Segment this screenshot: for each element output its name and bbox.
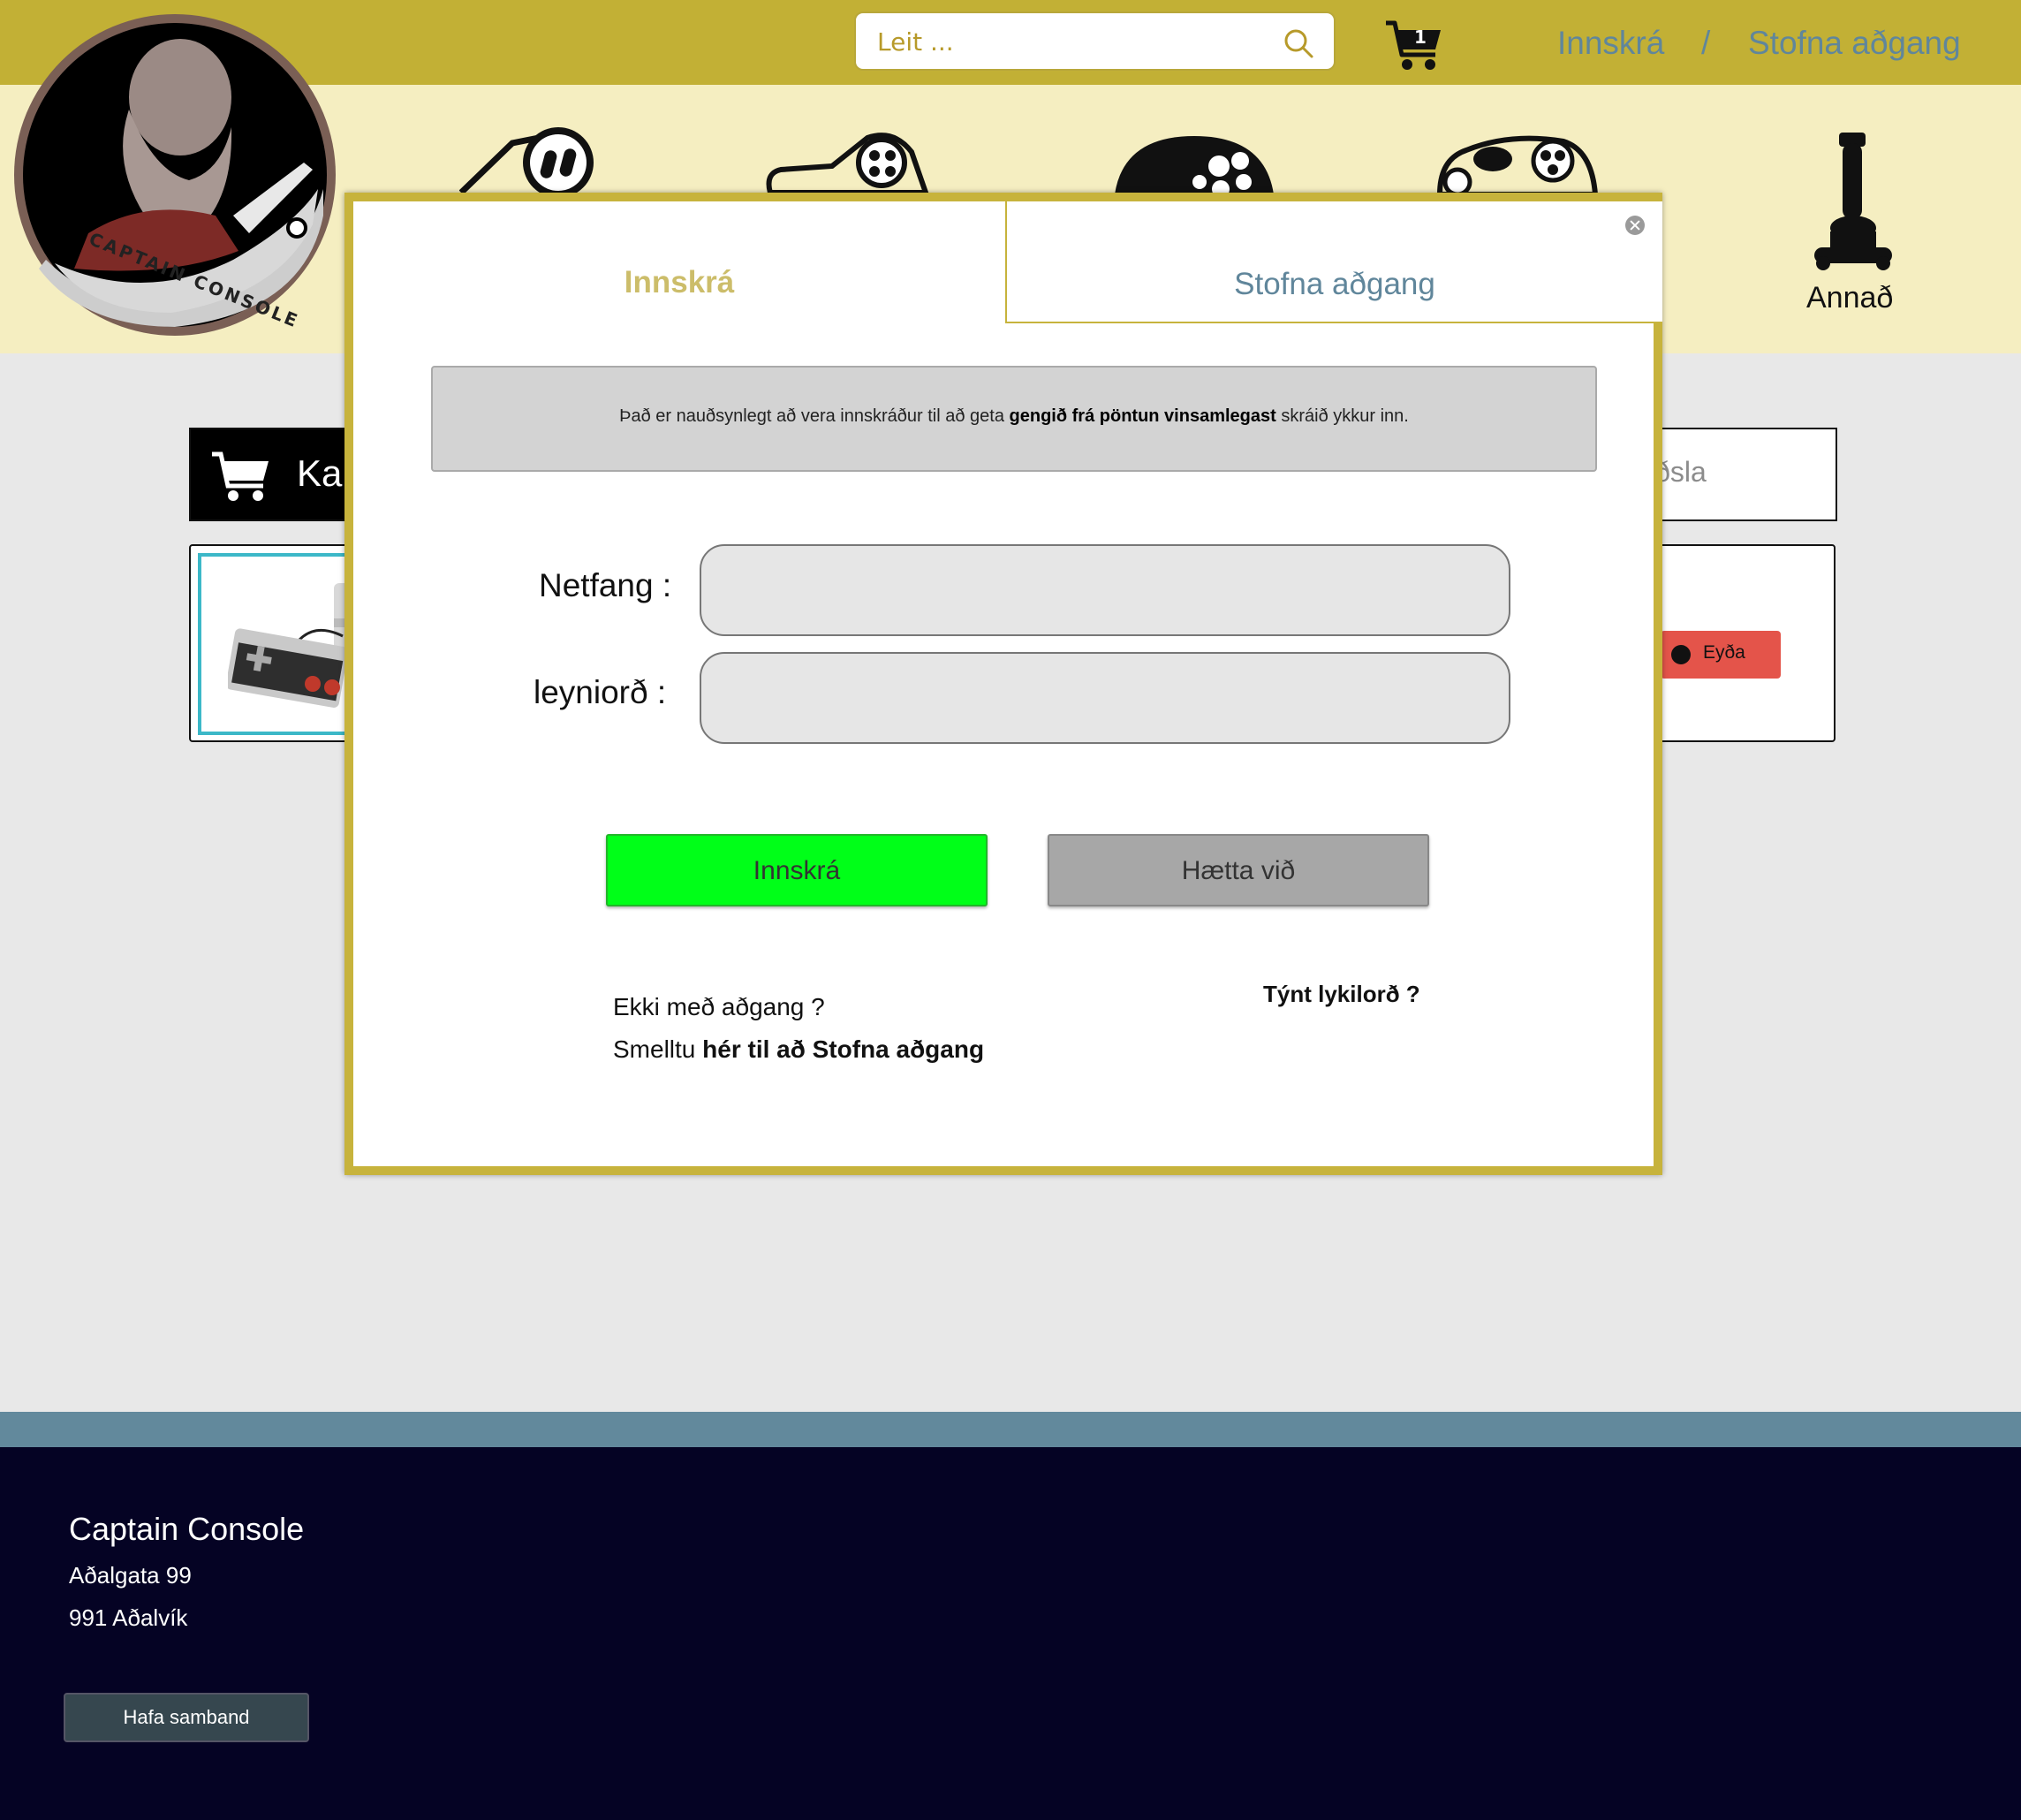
- search-input[interactable]: [877, 22, 1266, 61]
- footer: Captain Console Aðalgata 99 991 Aðalvík …: [0, 1447, 2021, 1820]
- footer-stripe: [0, 1412, 2021, 1447]
- cancel-button[interactable]: Hætta við: [1048, 834, 1429, 906]
- captain-console-logo[interactable]: CAPTAIN CONSOLE: [12, 12, 337, 337]
- snes-controller-icon[interactable]: [459, 124, 601, 194]
- notice-text-post: skráið ykkur inn.: [1275, 406, 1409, 426]
- login-submit-button[interactable]: Innskrá: [606, 834, 988, 906]
- notice-text-bold: gengið frá pöntun vinsamlegast: [1009, 406, 1276, 426]
- close-circle-icon: [1671, 645, 1691, 664]
- search-box[interactable]: [854, 11, 1336, 71]
- genesis-controller-icon[interactable]: [1115, 131, 1274, 194]
- search-icon[interactable]: [1281, 26, 1316, 61]
- footer-address-line1: Aðalgata 99: [69, 1562, 192, 1589]
- category-other-label[interactable]: Annað: [1806, 281, 1893, 315]
- delete-label: Eyða: [1703, 642, 1745, 663]
- tab-signup[interactable]: Stofna aðgang: [1005, 201, 1662, 323]
- footer-company-name: Captain Console: [69, 1511, 305, 1547]
- footer-address-line2: 991 Aðalvík: [69, 1604, 188, 1631]
- login-link[interactable]: Innskrá: [1557, 25, 1664, 62]
- signup-prompt-pre: Smelltu: [613, 1035, 703, 1063]
- no-account-prompt: Ekki með aðgang ? Smelltu hér til að Sto…: [613, 986, 984, 1071]
- tab-login[interactable]: Innskrá: [353, 201, 1005, 323]
- notice-text: Það er nauðsynlegt að vera innskráður ti…: [433, 406, 1595, 427]
- login-required-notice: Það er nauðsynlegt að vera innskráður ti…: [431, 366, 1597, 472]
- xbox-controller-icon[interactable]: [1431, 124, 1599, 194]
- signup-link[interactable]: Stofna aðgang: [1748, 25, 1961, 62]
- separator: /: [1701, 25, 1711, 61]
- no-account-line: Ekki með aðgang ?: [613, 993, 825, 1020]
- password-field[interactable]: [700, 652, 1510, 744]
- login-modal: Innskrá Stofna aðgang Það er nauðsynlegt…: [344, 193, 1662, 1175]
- password-label: leyniorð :: [534, 674, 667, 710]
- joystick-icon[interactable]: [1811, 133, 1896, 270]
- signup-prompt-line: Smelltu hér til að Stofna aðgang: [613, 1028, 984, 1071]
- email-label: Netfang :: [539, 567, 672, 603]
- contact-button[interactable]: Hafa samband: [64, 1693, 309, 1742]
- email-field[interactable]: [700, 544, 1510, 636]
- cart-icon: [212, 451, 269, 501]
- forgot-password-link[interactable]: Týnt lykilorð ?: [1263, 981, 1420, 1008]
- tab-login-label: Innskrá: [624, 265, 735, 300]
- close-icon[interactable]: [1625, 216, 1645, 235]
- delete-item-button[interactable]: Eyða: [1661, 631, 1781, 679]
- gamepad-icon[interactable]: [761, 125, 929, 193]
- signup-here-link[interactable]: hér til að Stofna aðgang: [702, 1035, 984, 1063]
- notice-text-pre: Það er nauðsynlegt að vera innskráður ti…: [619, 406, 1010, 426]
- tab-signup-label: Stofna aðgang: [1234, 267, 1435, 301]
- cart-count-badge: 1: [1414, 27, 1427, 48]
